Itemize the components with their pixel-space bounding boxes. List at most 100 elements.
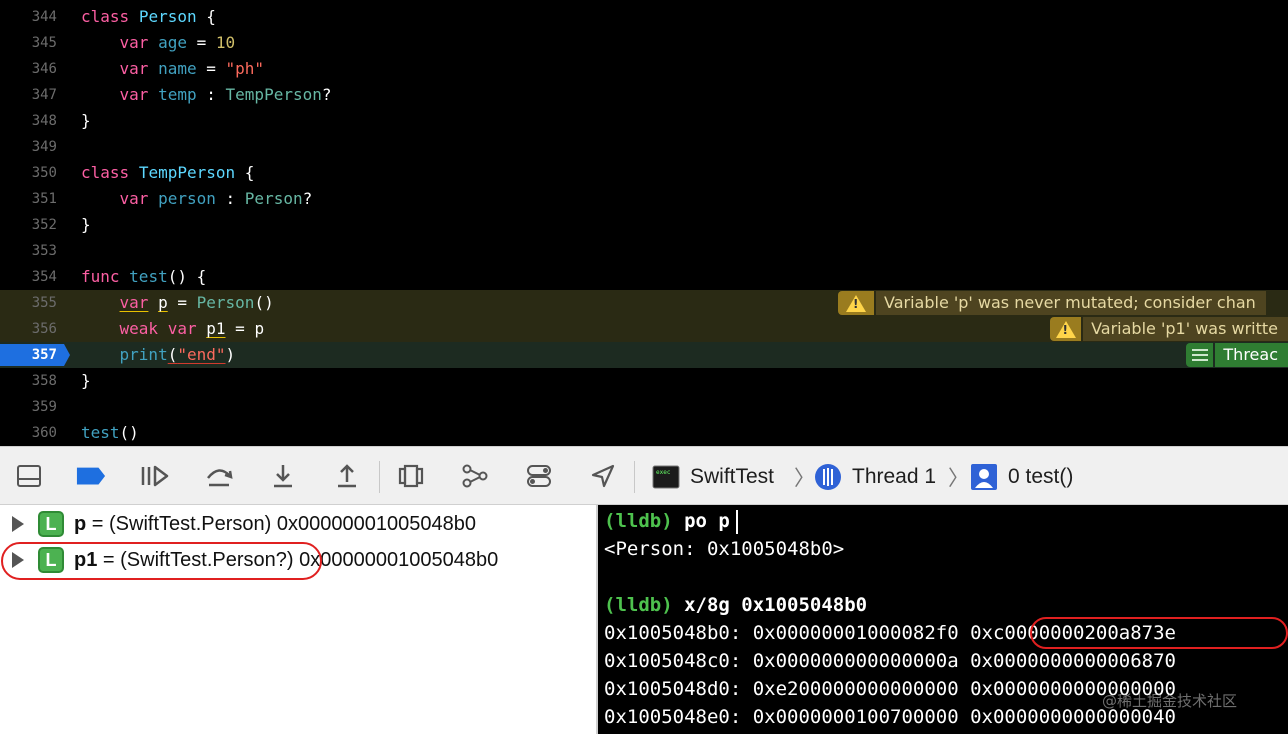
operator: =	[206, 59, 216, 78]
code-line-warning: 355 var p = Person() Variable 'p' was ne…	[0, 290, 1288, 316]
variable-value: 0x00000001005048b0	[276, 512, 476, 535]
warning-annotation[interactable]: Variable 'p1' was writte	[1050, 317, 1288, 341]
disclosure-triangle-icon[interactable]	[12, 516, 24, 532]
keyword: var	[119, 59, 149, 78]
warning-icon	[838, 291, 874, 315]
breakpoints-toggle-button[interactable]	[76, 461, 106, 491]
breadcrumb-thread[interactable]: Thread 1	[814, 461, 936, 493]
user-frame-icon	[971, 464, 997, 490]
keyword: var	[119, 85, 149, 104]
chevron-right-icon: 〉	[948, 467, 969, 490]
brace: }	[81, 371, 91, 390]
step-over-button[interactable]	[204, 461, 234, 491]
lldb-prompt: (lldb)	[604, 510, 673, 532]
variable-equals: =	[86, 512, 110, 535]
line-number: 348	[31, 113, 57, 129]
console-command: po p	[684, 510, 730, 532]
brace: }	[81, 215, 91, 234]
toggle-switches-icon	[527, 465, 551, 487]
variable-row[interactable]: L p = (SwiftTest.Person) 0x0000000100504…	[0, 507, 596, 541]
keyword: func	[81, 267, 120, 286]
function-name: test	[129, 267, 168, 286]
function-call: print	[119, 345, 168, 364]
thread-icon	[815, 464, 841, 490]
hide-debug-area-button[interactable]	[14, 461, 44, 491]
breadcrumb-target[interactable]: exec SwiftTest	[652, 461, 774, 493]
warning-text: Variable 'p' was never mutated; consider…	[876, 291, 1266, 315]
current-execution-line: 357 print("end") Threac	[0, 342, 1288, 368]
view-debugger-icon	[398, 464, 424, 488]
operator: =	[196, 33, 207, 52]
variable-value: 0x00000001005048b0	[299, 548, 499, 571]
chevron-right-icon: 〉	[794, 467, 815, 490]
view-hierarchy-button[interactable]	[396, 461, 426, 491]
step-into-button[interactable]	[268, 461, 298, 491]
code-line: 350 class TempPerson {	[0, 160, 1288, 186]
keyword: weak	[119, 319, 159, 338]
identifier: name	[158, 59, 197, 78]
lldb-prompt: (lldb)	[604, 594, 673, 616]
operator: =	[235, 319, 245, 338]
code-text: ()	[254, 293, 274, 312]
keyword: var	[119, 293, 149, 312]
code-line: 347 var temp : TempPerson?	[0, 82, 1288, 108]
memory-address: 0x1005048d0:	[604, 678, 742, 700]
breadcrumb-frame[interactable]: 0 test()	[970, 461, 1073, 493]
identifier: p	[158, 293, 168, 312]
identifier: temp	[158, 85, 197, 104]
paren: )	[225, 345, 236, 364]
continue-button[interactable]	[140, 461, 170, 491]
class-name: TempPerson	[138, 163, 236, 182]
line-number: 350	[31, 165, 57, 181]
location-arrow-icon	[591, 464, 615, 488]
list-icon	[1186, 343, 1214, 367]
code-line: 359	[0, 394, 1288, 420]
memory-word: 0x00000001000082f0	[752, 622, 959, 644]
line-number: 352	[31, 217, 57, 233]
number-literal: 10	[215, 33, 236, 52]
code-line-warning: 356 weak var p1 = p Variable 'p1' was wr…	[0, 316, 1288, 342]
debug-toolbar: exec SwiftTest 〉 Thread 1 〉 0 test()	[0, 446, 1288, 505]
console-output-line: <Person: 0x1005048b0>	[604, 538, 845, 560]
memory-word: 0xe200000000000000	[752, 678, 959, 700]
toolbar-separator	[379, 461, 380, 493]
line-number: 354	[31, 269, 57, 285]
type-name: TempPerson	[225, 85, 322, 104]
warning-icon	[1050, 317, 1082, 341]
memory-word: 0x0000000000006870	[970, 650, 1176, 672]
thread-annotation-text: Threac	[1215, 343, 1288, 367]
thread-annotation[interactable]: Threac	[1186, 343, 1288, 367]
keyword: class	[81, 163, 130, 182]
source-editor[interactable]: 344 class Person { 345 var age = 10 346 …	[0, 0, 1288, 446]
line-number: 344	[31, 9, 57, 25]
line-number: 358	[31, 373, 57, 389]
keyword: var	[167, 319, 197, 338]
console-command: x/8g 0x1005048b0	[684, 594, 868, 616]
toolbar-separator	[634, 461, 635, 493]
code-line: 351 var person : Person?	[0, 186, 1288, 212]
identifier: age	[158, 33, 187, 52]
string-literal: "ph"	[225, 59, 265, 78]
environment-overrides-button[interactable]	[524, 461, 554, 491]
optional-mark: ?	[302, 189, 313, 208]
warning-text: Variable 'p1' was writte	[1083, 317, 1288, 341]
type-name: Person	[244, 189, 303, 208]
code-line: 353	[0, 238, 1288, 264]
optional-mark: ?	[321, 85, 332, 104]
highlight-ring	[1030, 617, 1288, 649]
warning-annotation[interactable]: Variable 'p' was never mutated; consider…	[838, 291, 1288, 315]
memory-graph-icon	[462, 464, 488, 488]
simulate-location-button[interactable]	[588, 461, 618, 491]
memory-word: 0x000000000000000a	[752, 650, 959, 672]
code-line: 348 }	[0, 108, 1288, 134]
code-line: 358 }	[0, 368, 1288, 394]
identifier: person	[158, 189, 216, 208]
function-call: test	[81, 423, 120, 442]
breakpoint-icon	[76, 467, 106, 485]
variables-view: L p = (SwiftTest.Person) 0x0000000100504…	[0, 505, 596, 734]
memory-graph-button[interactable]	[460, 461, 490, 491]
string-literal: "end"	[177, 345, 226, 364]
step-out-button[interactable]	[332, 461, 362, 491]
line-number: 359	[31, 399, 57, 415]
line-number: 357	[31, 347, 57, 363]
